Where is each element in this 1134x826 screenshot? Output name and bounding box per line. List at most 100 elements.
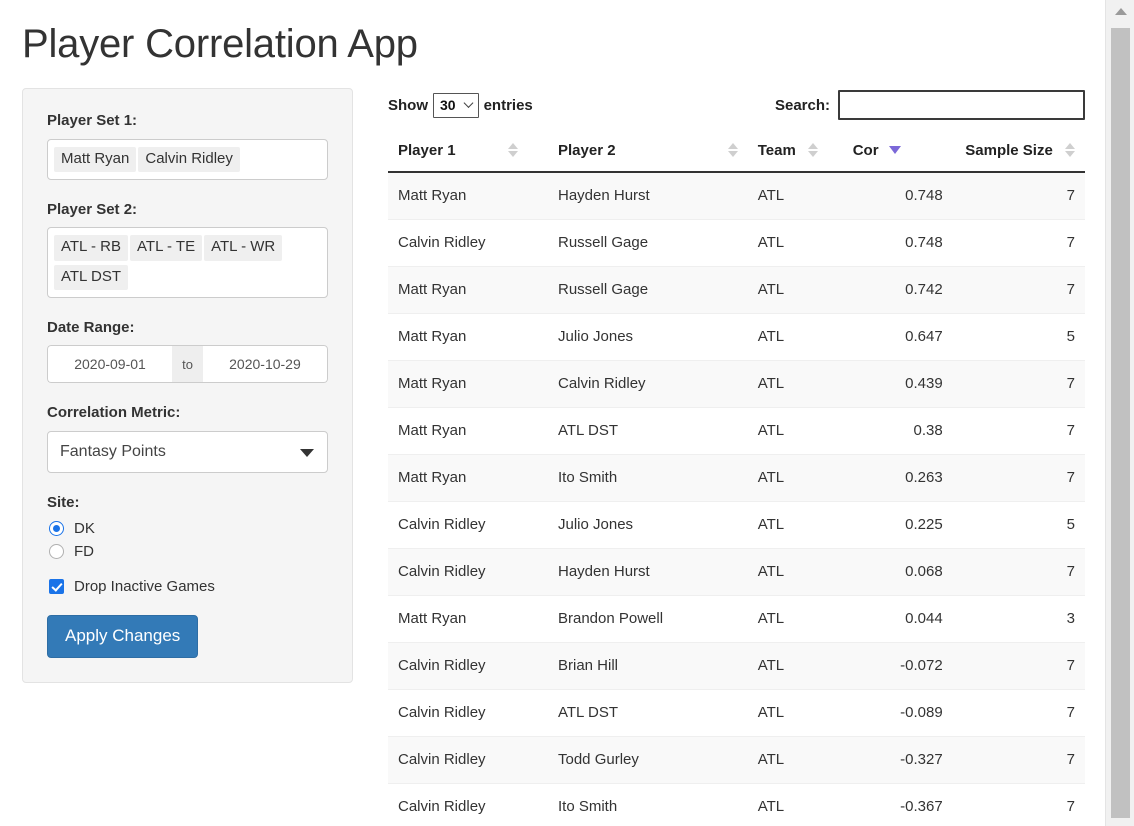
cell-team: ATL bbox=[747, 783, 843, 826]
cell-player1: Calvin Ridley bbox=[388, 736, 548, 784]
column-header-cor-label: Cor bbox=[852, 142, 879, 159]
cell-cor: 0.068 bbox=[842, 548, 953, 596]
cell-player2: Brian Hill bbox=[548, 642, 748, 690]
cell-cor: 0.263 bbox=[842, 454, 953, 502]
table-body: Matt Ryan Hayden Hurst ATL 0.748 7 Calvin Rid… bbox=[388, 172, 1085, 826]
cell-cor: -0.072 bbox=[842, 642, 953, 690]
column-header-player2[interactable]: Player 2 bbox=[548, 134, 748, 173]
player-set-1-token[interactable]: Matt Ryan bbox=[54, 146, 137, 172]
sort-both-icon bbox=[807, 142, 818, 158]
cell-player1: Calvin Ridley bbox=[388, 501, 548, 549]
column-header-sample-size[interactable]: Sample Size bbox=[952, 134, 1085, 173]
cell-sample-size: 7 bbox=[952, 266, 1085, 314]
cell-player2: ATL DST bbox=[548, 407, 748, 455]
cell-player2: Ito Smith bbox=[548, 454, 748, 502]
entries-label: entries bbox=[483, 96, 533, 114]
cell-sample-size: 7 bbox=[952, 689, 1085, 737]
cell-team: ATL bbox=[747, 454, 843, 502]
sort-both-icon bbox=[727, 142, 738, 158]
scrollbar-up-button[interactable] bbox=[1106, 0, 1134, 22]
sort-descending-icon bbox=[888, 142, 901, 158]
player-set-1-token[interactable]: Calvin Ridley bbox=[138, 146, 240, 172]
radio-selected-icon bbox=[49, 521, 64, 537]
cell-cor: 0.38 bbox=[842, 407, 953, 455]
cell-sample-size: 7 bbox=[952, 172, 1085, 220]
correlation-metric-select[interactable]: Fantasy Points bbox=[47, 430, 328, 473]
site-radio-dk[interactable]: DK bbox=[49, 520, 328, 537]
player-set-2-token[interactable]: ATL DST bbox=[54, 264, 129, 290]
cell-player2: Julio Jones bbox=[548, 313, 748, 361]
table-row: Calvin Ridley Ito Smith ATL -0.367 7 bbox=[388, 783, 1085, 826]
table-header-row: Player 1 Player 2 Team Cor Sample Size bbox=[388, 134, 1085, 173]
search-control: Search: bbox=[775, 90, 1085, 120]
cell-player2: Brandon Powell bbox=[548, 595, 748, 643]
search-label: Search: bbox=[774, 96, 830, 114]
cell-team: ATL bbox=[747, 595, 843, 643]
cell-team: ATL bbox=[747, 313, 843, 361]
table-row: Matt Ryan Julio Jones ATL 0.647 5 bbox=[388, 313, 1085, 361]
cell-player2: Hayden Hurst bbox=[548, 548, 748, 596]
cell-team: ATL bbox=[747, 266, 843, 314]
player-set-2-input[interactable]: ATL - RB ATL - TE ATL - WR ATL DST bbox=[47, 227, 328, 298]
checkmark-icon bbox=[49, 579, 64, 595]
scrollbar-thumb[interactable] bbox=[1111, 28, 1130, 818]
site-label: Site: bbox=[47, 493, 80, 511]
table-row: Calvin Ridley Todd Gurley ATL -0.327 7 bbox=[388, 736, 1085, 784]
player-set-2-token[interactable]: ATL - WR bbox=[204, 235, 283, 261]
cell-player1: Matt Ryan bbox=[388, 595, 548, 643]
player-set-2-token[interactable]: ATL - RB bbox=[54, 235, 129, 261]
column-header-cor[interactable]: Cor bbox=[842, 134, 953, 173]
player-set-2-token[interactable]: ATL - TE bbox=[130, 235, 203, 261]
table-row: Matt Ryan ATL DST ATL 0.38 7 bbox=[388, 407, 1085, 455]
column-header-player1[interactable]: Player 1 bbox=[388, 134, 548, 173]
player-set-1-input[interactable]: Matt Ryan Calvin Ridley bbox=[47, 138, 328, 180]
cell-team: ATL bbox=[747, 548, 843, 596]
cell-player2: Calvin Ridley bbox=[548, 360, 748, 408]
table-row: Calvin Ridley Brian Hill ATL -0.072 7 bbox=[388, 642, 1085, 690]
cell-cor: -0.327 bbox=[842, 736, 953, 784]
cell-cor: 0.748 bbox=[842, 219, 953, 267]
cell-team: ATL bbox=[747, 501, 843, 549]
date-end-input[interactable] bbox=[202, 345, 328, 384]
cell-sample-size: 5 bbox=[952, 501, 1085, 549]
table-row: Matt Ryan Ito Smith ATL 0.263 7 bbox=[388, 454, 1085, 502]
app-window: Player Correlation App Player Set 1: Mat… bbox=[0, 0, 1134, 826]
site-radio-fd[interactable]: FD bbox=[49, 543, 328, 560]
apply-changes-button[interactable]: Apply Changes bbox=[47, 615, 199, 658]
chevron-down-icon bbox=[300, 448, 314, 457]
cell-team: ATL bbox=[747, 172, 843, 220]
cell-sample-size: 5 bbox=[952, 313, 1085, 361]
vertical-scrollbar[interactable] bbox=[1105, 0, 1134, 826]
radio-unselected-icon bbox=[49, 544, 64, 560]
page-content: Player Correlation App Player Set 1: Mat… bbox=[0, 0, 1105, 826]
cell-cor: -0.367 bbox=[842, 783, 953, 826]
sort-both-icon bbox=[1065, 142, 1075, 158]
cell-sample-size: 3 bbox=[952, 595, 1085, 643]
cell-player1: Matt Ryan bbox=[388, 454, 548, 502]
cell-team: ATL bbox=[747, 219, 843, 267]
controls-sidebar: Player Set 1: Matt Ryan Calvin Ridley Pla… bbox=[22, 88, 353, 683]
main-layout: Player Set 1: Matt Ryan Calvin Ridley Pla… bbox=[0, 88, 1105, 826]
cell-team: ATL bbox=[747, 736, 843, 784]
cell-player1: Matt Ryan bbox=[388, 360, 548, 408]
cell-cor: -0.089 bbox=[842, 689, 953, 737]
cell-player1: Calvin Ridley bbox=[388, 219, 548, 267]
cell-player1: Matt Ryan bbox=[388, 313, 548, 361]
sort-both-icon bbox=[507, 142, 518, 158]
site-radio-fd-label: FD bbox=[74, 543, 94, 561]
column-header-team[interactable]: Team bbox=[747, 134, 843, 173]
search-input[interactable] bbox=[838, 90, 1085, 120]
player-set-2-label: Player Set 2: bbox=[47, 200, 138, 218]
table-panel: Show 30 entries Search: Player 1 Player … bbox=[353, 88, 1105, 826]
cell-team: ATL bbox=[747, 642, 843, 690]
cell-player2: ATL DST bbox=[548, 689, 748, 737]
cell-player2: Russell Gage bbox=[548, 219, 748, 267]
entries-length-control: Show 30 entries bbox=[388, 92, 533, 118]
date-start-input[interactable] bbox=[47, 345, 173, 384]
cell-player2: Julio Jones bbox=[548, 501, 748, 549]
entries-select[interactable]: 30 bbox=[433, 92, 479, 118]
cell-sample-size: 7 bbox=[952, 360, 1085, 408]
drop-inactive-games-checkbox[interactable]: Drop Inactive Games bbox=[49, 578, 328, 595]
column-header-player1-label: Player 1 bbox=[398, 142, 456, 159]
cell-cor: 0.647 bbox=[842, 313, 953, 361]
